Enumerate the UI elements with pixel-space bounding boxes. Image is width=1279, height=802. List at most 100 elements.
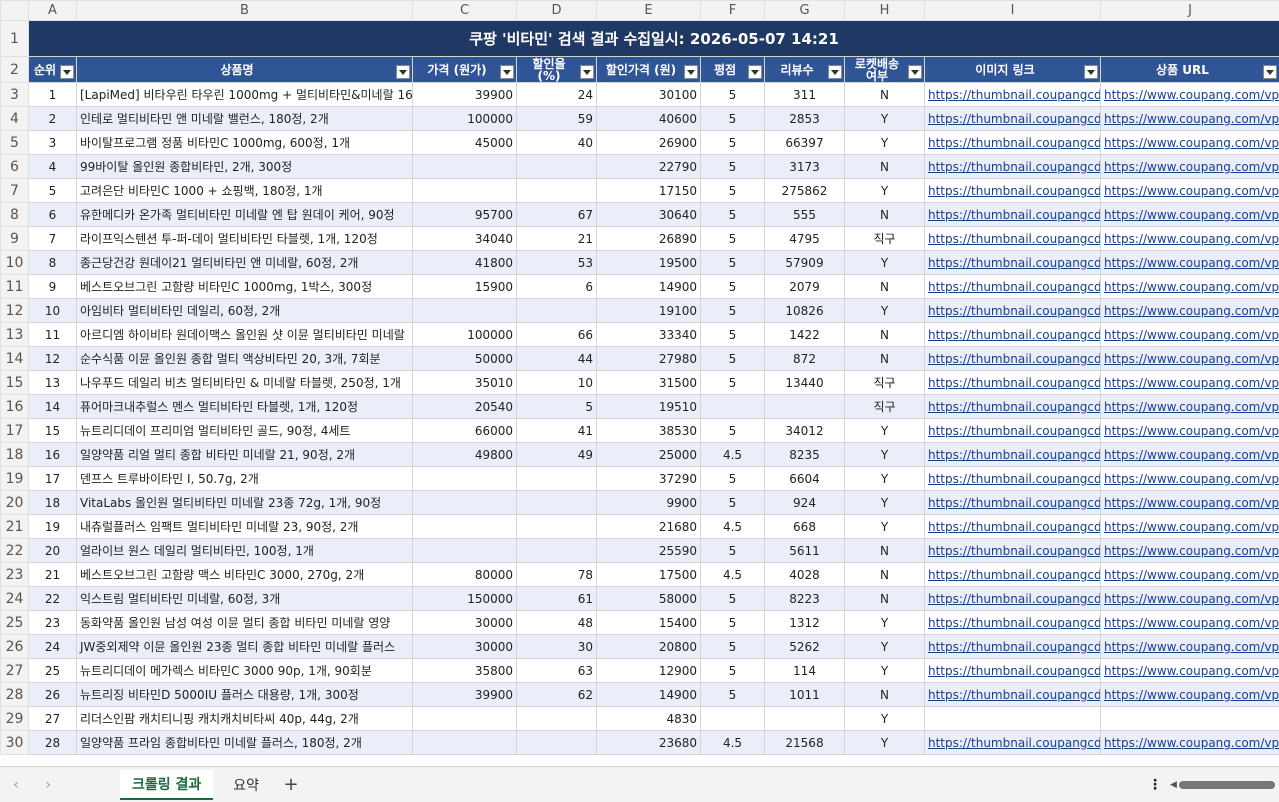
cell-price[interactable] — [412, 298, 517, 323]
cell-rocket[interactable]: Y — [844, 466, 925, 491]
row-header[interactable]: 11 — [0, 274, 29, 299]
cell-rocket[interactable]: Y — [844, 442, 925, 467]
column-header-i[interactable]: I — [924, 0, 1101, 21]
cell-rank[interactable]: 17 — [28, 466, 77, 491]
cell-image-link[interactable]: https://thumbnail.coupangcdn.com — [924, 394, 1101, 419]
cell-rank[interactable]: 6 — [28, 202, 77, 227]
cell-rating[interactable]: 4.5 — [700, 730, 765, 755]
cell-discount-price[interactable]: 40600 — [596, 106, 701, 131]
cell-rocket[interactable]: 직구 — [844, 226, 925, 251]
cell-rank[interactable]: 26 — [28, 682, 77, 707]
cell-image-link[interactable]: https://thumbnail.coupangcdn.com — [924, 322, 1101, 347]
cell-discount-rate[interactable]: 59 — [516, 106, 597, 131]
cell-discount-price[interactable]: 15400 — [596, 610, 701, 635]
cell-price[interactable]: 30000 — [412, 634, 517, 659]
row-header[interactable]: 10 — [0, 250, 29, 275]
cell-rocket[interactable]: Y — [844, 610, 925, 635]
cell-rocket[interactable]: Y — [844, 106, 925, 131]
cell-price[interactable]: 35800 — [412, 658, 517, 683]
cell-rocket[interactable]: N — [844, 346, 925, 371]
column-header-c[interactable]: C — [412, 0, 517, 21]
cell-product-name[interactable]: 내츄럴플러스 임팩트 멀티비타민 미네랄 23, 90정, 2개 — [76, 514, 413, 539]
cell-reviews[interactable]: 4795 — [764, 226, 845, 251]
cell-discount-price[interactable]: 14900 — [596, 274, 701, 299]
cell-image-link[interactable]: https://thumbnail.coupangcdn.com — [924, 82, 1101, 107]
cell-reviews[interactable]: 1312 — [764, 610, 845, 635]
cell-product-name[interactable]: 일양약품 프라임 종합비타민 미네랄 플러스, 180정, 2개 — [76, 730, 413, 755]
cell-rocket[interactable]: 직구 — [844, 370, 925, 395]
column-header-j[interactable]: J — [1100, 0, 1279, 21]
cell-reviews[interactable]: 66397 — [764, 130, 845, 155]
filter-dropdown-icon[interactable] — [500, 65, 514, 79]
cell-reviews[interactable]: 13440 — [764, 370, 845, 395]
row-header[interactable]: 1 — [0, 20, 29, 57]
cell-rank[interactable]: 3 — [28, 130, 77, 155]
cell-rocket[interactable]: Y — [844, 418, 925, 443]
cell-discount-rate[interactable]: 6 — [516, 274, 597, 299]
cell-price[interactable]: 150000 — [412, 586, 517, 611]
cell-product-url[interactable]: https://www.coupang.com/vp/products — [1100, 106, 1279, 131]
cell-price[interactable] — [412, 706, 517, 731]
cell-product-url[interactable]: https://www.coupang.com/vp/products — [1100, 250, 1279, 275]
header-product-url[interactable]: 상품 URL — [1100, 56, 1279, 83]
cell-discount-price[interactable]: 38530 — [596, 418, 701, 443]
cell-discount-price[interactable]: 23680 — [596, 730, 701, 755]
cell-rank[interactable]: 22 — [28, 586, 77, 611]
cell-image-link[interactable]: https://thumbnail.coupangcdn.com — [924, 586, 1101, 611]
row-header[interactable]: 3 — [0, 82, 29, 107]
cell-product-name[interactable]: 덴프스 트루바이타민 I, 50.7g, 2개 — [76, 466, 413, 491]
cell-discount-price[interactable]: 26890 — [596, 226, 701, 251]
cell-product-name[interactable]: 익스트림 멀티비타민 미네랄, 60정, 3개 — [76, 586, 413, 611]
cell-discount-rate[interactable]: 67 — [516, 202, 597, 227]
cell-rank[interactable]: 12 — [28, 346, 77, 371]
cell-product-url[interactable]: https://www.coupang.com/vp/products — [1100, 202, 1279, 227]
cell-price[interactable] — [412, 490, 517, 515]
cell-reviews[interactable]: 10826 — [764, 298, 845, 323]
cell-reviews[interactable]: 114 — [764, 658, 845, 683]
cell-product-name[interactable]: 아르디엠 하이비타 원데이맥스 올인원 샷 이뮨 멀티비타민 미네랄 — [76, 322, 413, 347]
cell-rank[interactable]: 8 — [28, 250, 77, 275]
cell-rocket[interactable]: N — [844, 586, 925, 611]
cell-reviews[interactable]: 57909 — [764, 250, 845, 275]
cell-reviews[interactable]: 21568 — [764, 730, 845, 755]
cell-discount-rate[interactable]: 61 — [516, 586, 597, 611]
cell-discount-price[interactable]: 19510 — [596, 394, 701, 419]
cell-product-url[interactable]: https://www.coupang.com/vp/products — [1100, 490, 1279, 515]
cell-rating[interactable]: 5 — [700, 202, 765, 227]
cell-discount-price[interactable]: 33340 — [596, 322, 701, 347]
cell-image-link[interactable]: https://thumbnail.coupangcdn.com — [924, 298, 1101, 323]
cell-rocket[interactable]: N — [844, 562, 925, 587]
cell-rating[interactable]: 5 — [700, 226, 765, 251]
cell-price[interactable] — [412, 466, 517, 491]
cell-product-url[interactable] — [1100, 706, 1279, 731]
cell-price[interactable]: 39900 — [412, 82, 517, 107]
cell-price[interactable]: 39900 — [412, 682, 517, 707]
cell-rating[interactable]: 4.5 — [700, 562, 765, 587]
column-header-a[interactable]: A — [28, 0, 77, 21]
cell-rocket[interactable]: Y — [844, 250, 925, 275]
cell-product-name[interactable]: 베스트오브그린 고함량 맥스 비타민C 3000, 270g, 2개 — [76, 562, 413, 587]
cell-discount-price[interactable]: 19500 — [596, 250, 701, 275]
cell-rating[interactable]: 5 — [700, 466, 765, 491]
cell-product-url[interactable]: https://www.coupang.com/vp/products — [1100, 178, 1279, 203]
row-header[interactable]: 17 — [0, 418, 29, 443]
row-header[interactable]: 25 — [0, 610, 29, 635]
cell-rank[interactable]: 2 — [28, 106, 77, 131]
cell-discount-rate[interactable] — [516, 730, 597, 755]
row-header[interactable]: 21 — [0, 514, 29, 539]
cell-product-url[interactable]: https://www.coupang.com/vp/products — [1100, 610, 1279, 635]
filter-dropdown-icon[interactable] — [828, 65, 842, 79]
cell-rank[interactable]: 4 — [28, 154, 77, 179]
horizontal-scrollbar[interactable]: ◀ — [1170, 779, 1275, 791]
cell-image-link[interactable]: https://thumbnail.coupangcdn.com — [924, 274, 1101, 299]
prev-sheet-icon[interactable]: ‹ — [0, 777, 32, 793]
select-all-corner[interactable] — [0, 0, 29, 21]
cell-rating[interactable]: 5 — [700, 298, 765, 323]
cell-reviews[interactable]: 8223 — [764, 586, 845, 611]
cell-discount-price[interactable]: 26900 — [596, 130, 701, 155]
cell-rating[interactable] — [700, 706, 765, 731]
cell-product-name[interactable]: 나우푸드 데일리 비츠 멀티비타민 & 미네랄 타블렛, 250정, 1개 — [76, 370, 413, 395]
cell-price[interactable]: 30000 — [412, 610, 517, 635]
cell-rocket[interactable]: N — [844, 538, 925, 563]
cell-product-name[interactable]: 아임비타 멀티비타민 데일리, 60정, 2개 — [76, 298, 413, 323]
